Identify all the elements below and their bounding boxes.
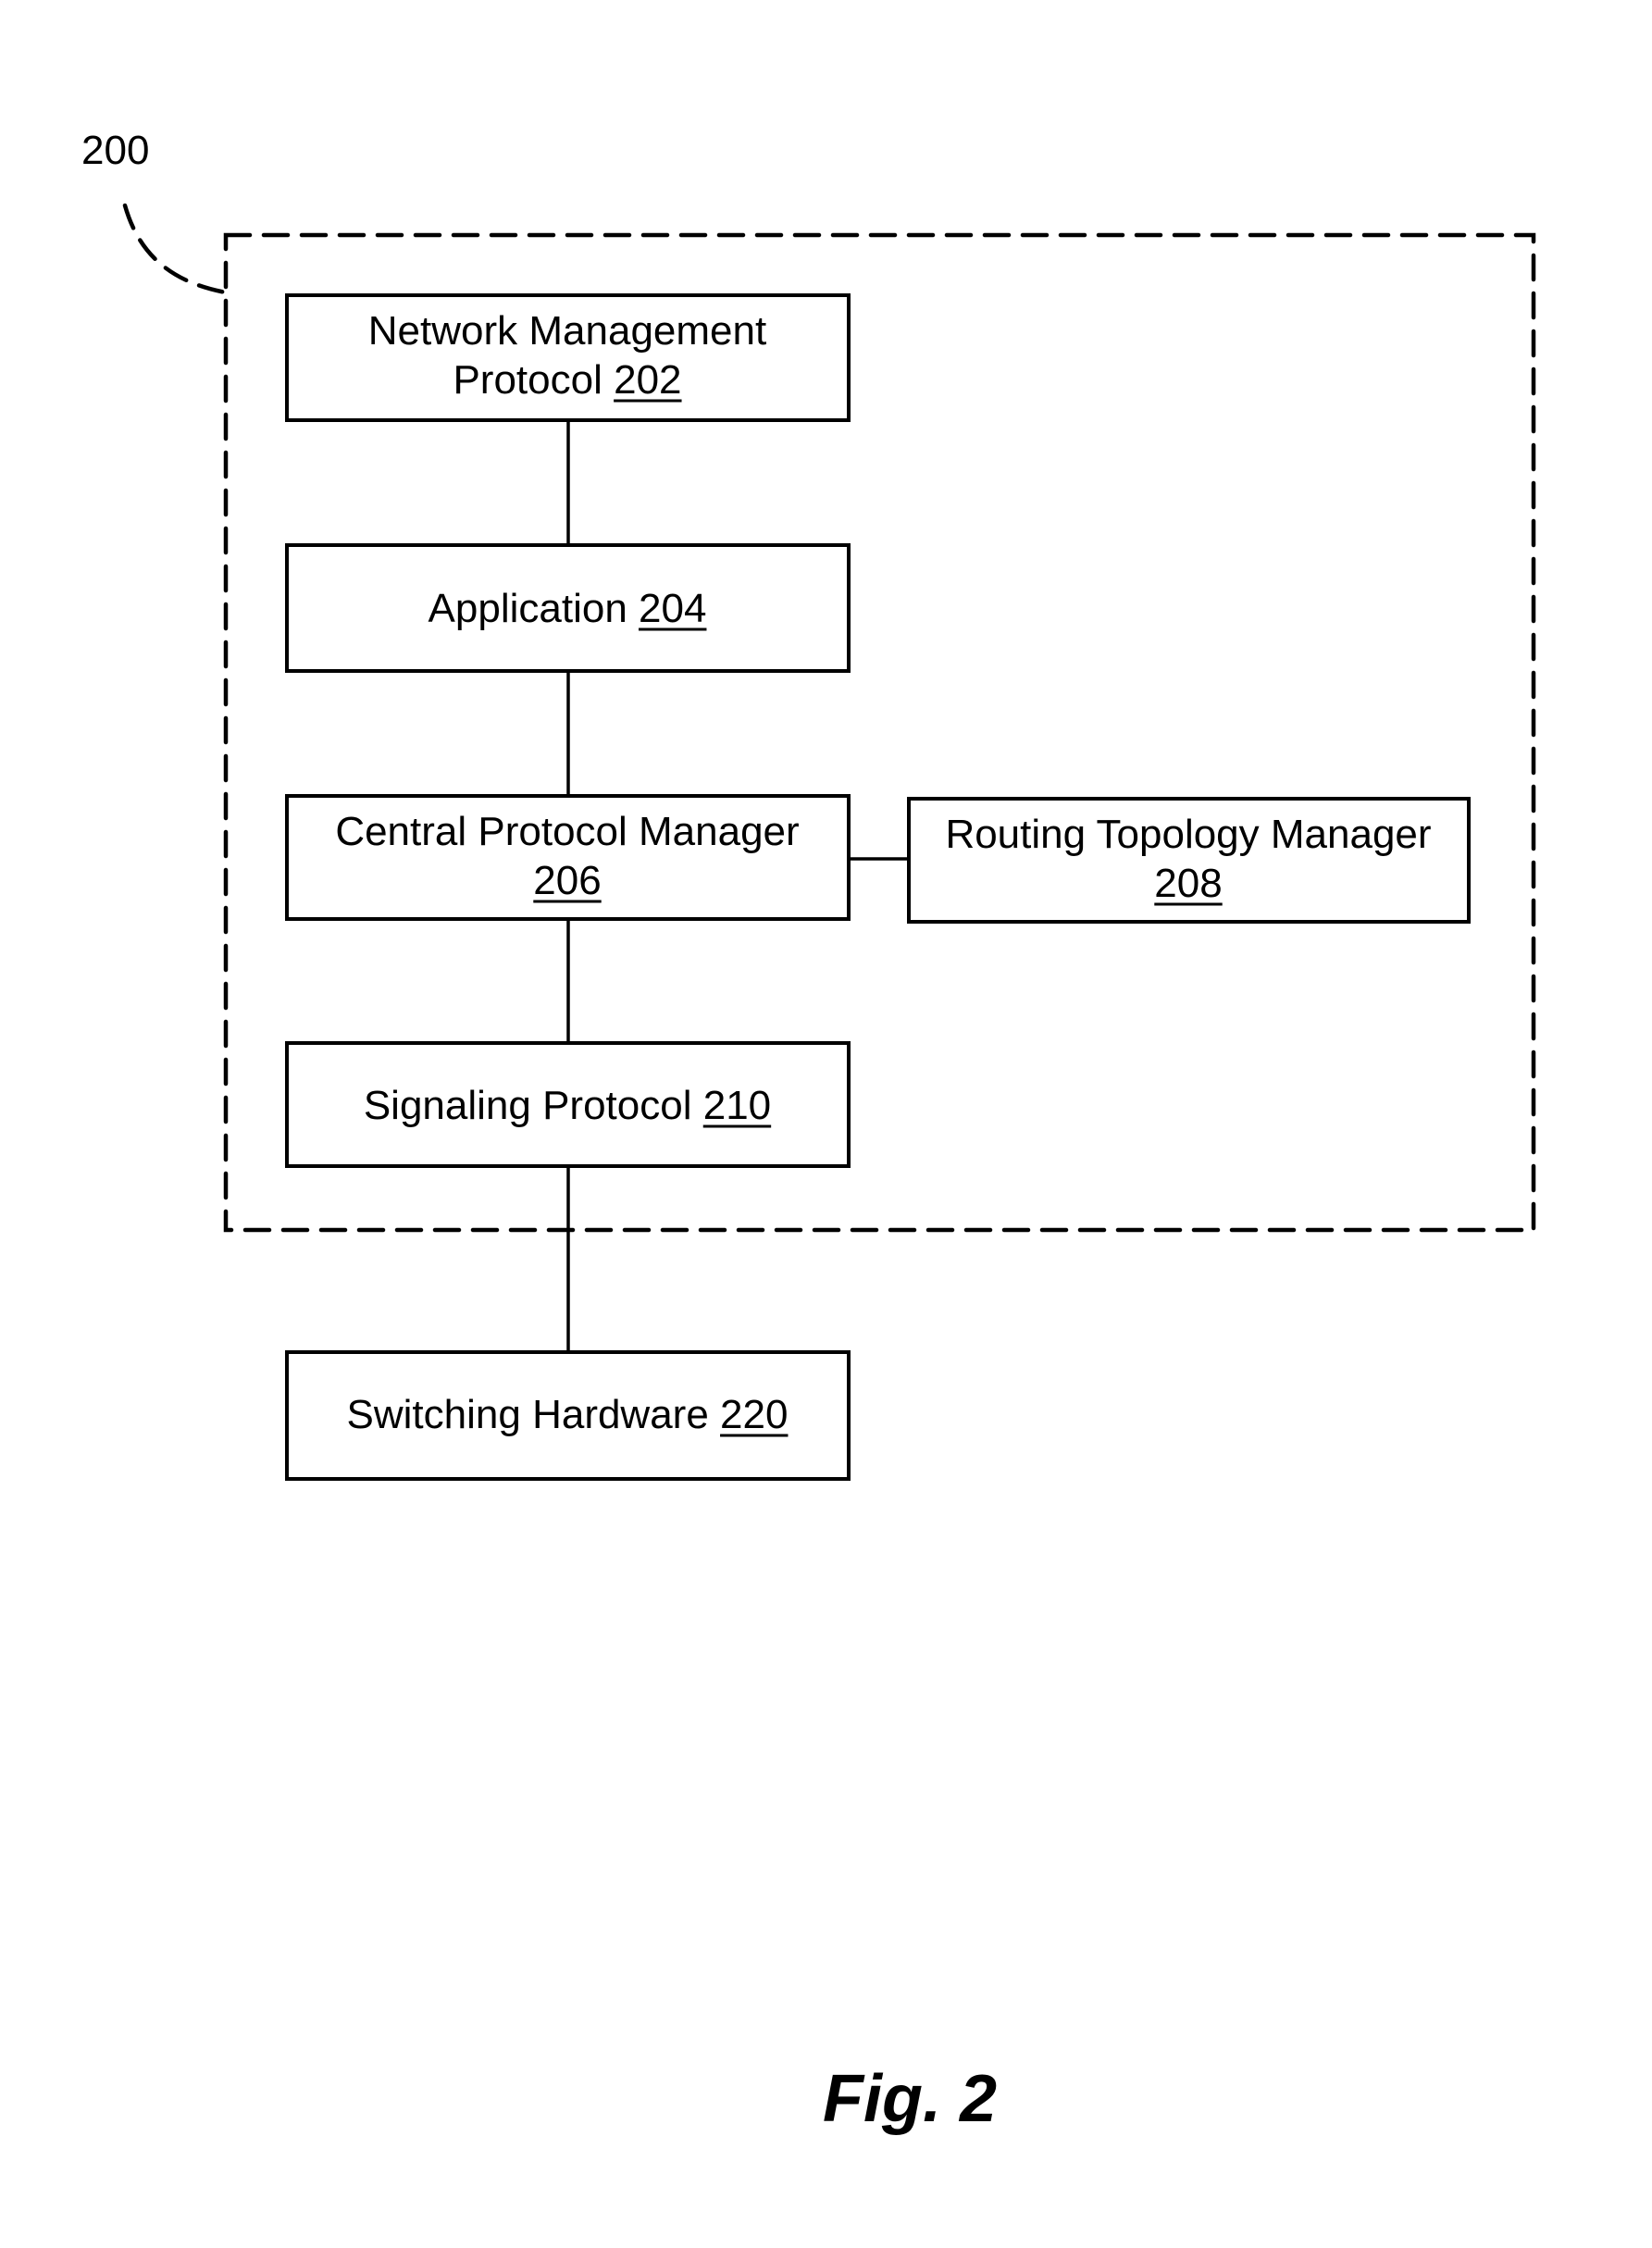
block-network-management-protocol: Network Management Protocol 202 (285, 293, 851, 422)
block-label-text: Application (429, 586, 627, 631)
block-reference-numeral: 220 (720, 1392, 788, 1437)
block-reference-numeral: 206 (533, 858, 601, 903)
block-reference-numeral: 210 (703, 1083, 771, 1128)
block-label-text: Signaling Protocol (364, 1083, 692, 1128)
block-reference-numeral: 202 (614, 357, 681, 403)
block-signaling-protocol: Signaling Protocol 210 (285, 1041, 851, 1168)
block-label-line1: Routing Topology Manager (945, 812, 1431, 857)
block-label: Switching Hardware 220 (347, 1392, 789, 1437)
block-label: Application 204 (429, 586, 707, 631)
block-switching-hardware: Switching Hardware 220 (285, 1350, 851, 1481)
leader-line (122, 203, 229, 295)
block-reference-numeral: 208 (1154, 861, 1222, 906)
block-application: Application 204 (285, 543, 851, 673)
diagram-canvas: 200 Network Management Protocol 202 Appl… (81, 128, 1536, 2136)
block-label-text: Protocol (453, 357, 602, 403)
figure-caption: Fig. 2 (823, 2062, 997, 2136)
block-label-line1: Network Management (368, 308, 766, 354)
block-reference-numeral: 204 (639, 586, 706, 631)
group-reference-numeral: 200 (81, 128, 149, 173)
block-label: Signaling Protocol 210 (364, 1083, 771, 1128)
block-label-text: Switching Hardware (347, 1392, 709, 1437)
block-label-line1: Central Protocol Manager (335, 809, 799, 854)
block-label-line2: Protocol 202 (453, 357, 681, 403)
